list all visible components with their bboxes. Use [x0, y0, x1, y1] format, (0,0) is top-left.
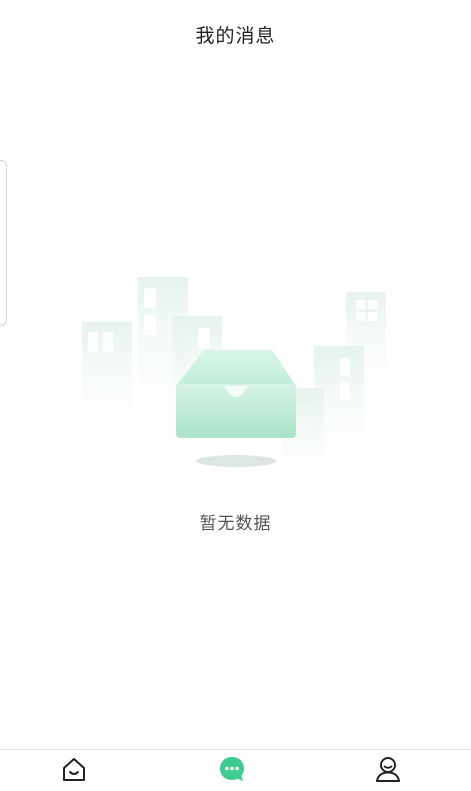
building-left — [82, 322, 132, 452]
side-drawer-handle[interactable] — [0, 160, 7, 326]
messages-screen: 我的消息 暂无数据 — [0, 0, 471, 791]
home-icon — [60, 755, 88, 787]
header: 我的消息 — [0, 0, 471, 68]
tab-messages[interactable] — [202, 750, 262, 791]
tab-profile[interactable] — [358, 750, 418, 791]
user-icon — [374, 755, 402, 787]
chat-bubble-icon — [218, 755, 246, 787]
bottom-tab-bar — [0, 749, 471, 791]
inbox-tray — [176, 350, 296, 467]
empty-inbox-illustration — [76, 270, 396, 505]
building-right — [282, 292, 386, 500]
empty-state-text: 暂无数据 — [199, 514, 272, 534]
page-title: 我的消息 — [195, 24, 276, 47]
tab-home[interactable] — [44, 750, 104, 791]
